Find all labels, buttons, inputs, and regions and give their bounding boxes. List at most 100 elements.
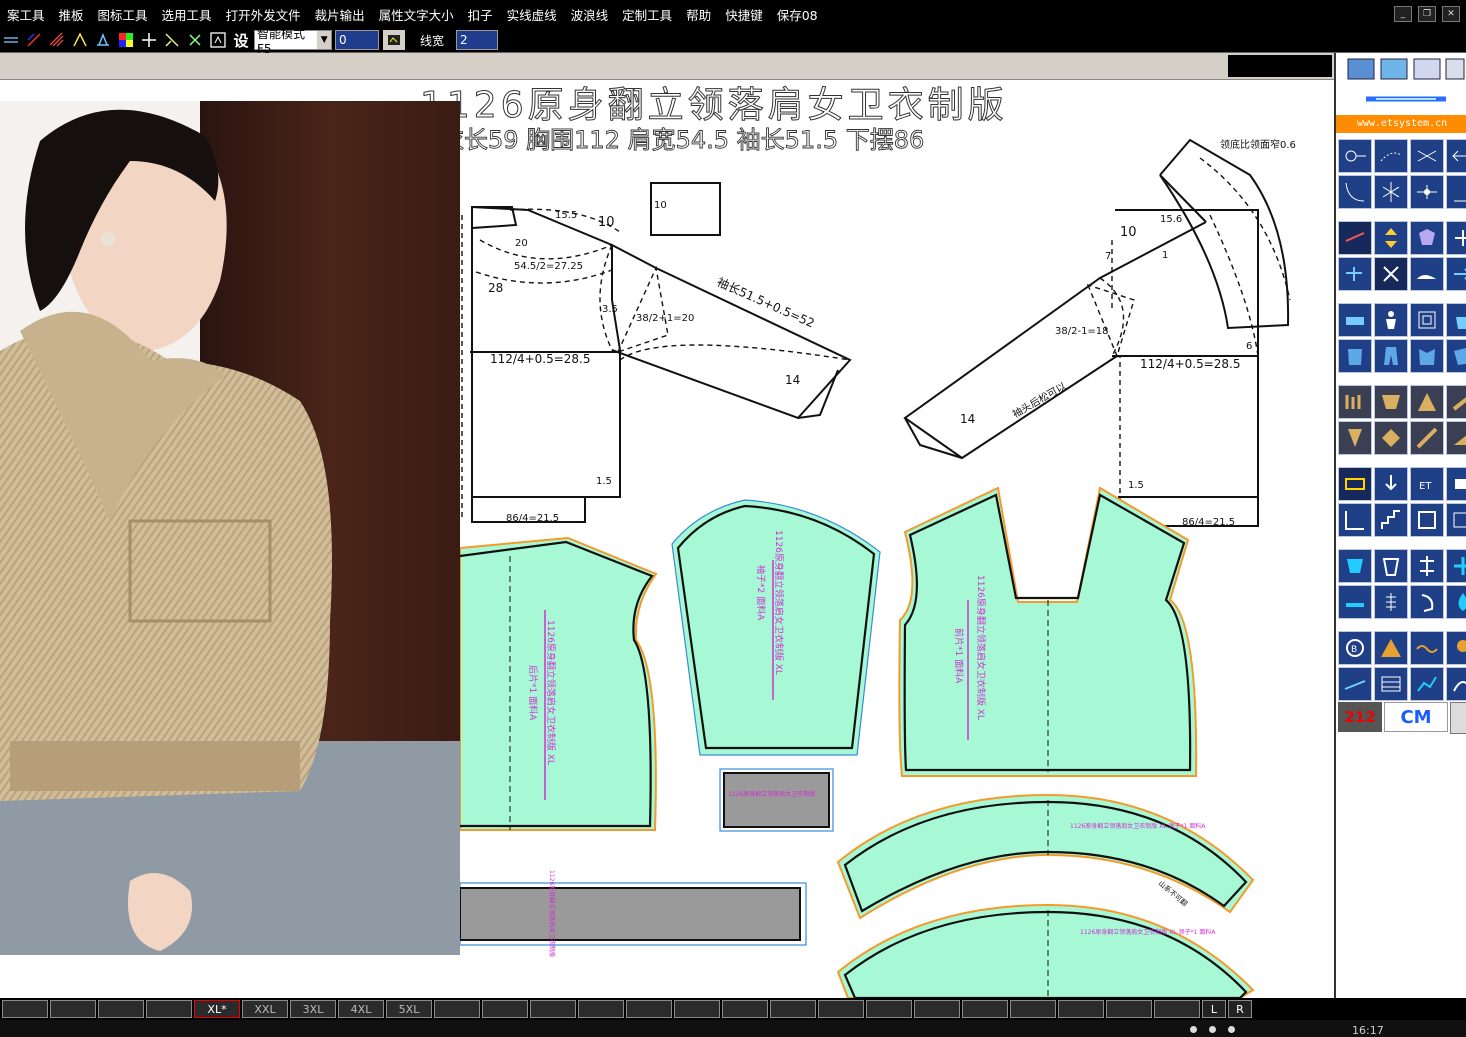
- menu-item-open-external[interactable]: 打开外发文件: [219, 5, 308, 24]
- tool-button[interactable]: [1410, 667, 1444, 701]
- minimize-icon[interactable]: _: [1394, 6, 1412, 22]
- menu-item-wave-line[interactable]: 波浪线: [564, 5, 616, 24]
- tool-button[interactable]: [1410, 303, 1444, 337]
- small-rect-piece[interactable]: 1126原身翻立领落肩女卫衣制版: [719, 768, 834, 832]
- size-cell-3xl[interactable]: 3XL: [290, 1000, 336, 1018]
- arrow-tool-icon[interactable]: [161, 30, 183, 50]
- tool-button[interactable]: ET: [1410, 467, 1444, 501]
- size-cell[interactable]: [146, 1000, 192, 1018]
- band-piece[interactable]: 1126原身翻立领落肩女卫衣制版: [459, 870, 807, 957]
- size-cell[interactable]: [914, 1000, 960, 1018]
- menu-item-grading[interactable]: 推板: [52, 5, 91, 24]
- tool-button[interactable]: [1338, 221, 1372, 255]
- size-cell[interactable]: [530, 1000, 576, 1018]
- close-icon[interactable]: ✕: [1442, 6, 1460, 22]
- size-cell[interactable]: [818, 1000, 864, 1018]
- calculator-icon[interactable]: [1450, 702, 1466, 734]
- tool-button[interactable]: [1374, 385, 1408, 419]
- tool-button[interactable]: [1338, 303, 1372, 337]
- size-cell-5xl[interactable]: 5XL: [386, 1000, 432, 1018]
- tool-button[interactable]: B: [1338, 631, 1372, 665]
- tool-button[interactable]: [1410, 549, 1444, 583]
- move-tool-icon[interactable]: [138, 30, 160, 50]
- size-cell[interactable]: [578, 1000, 624, 1018]
- tool-button[interactable]: [1338, 549, 1372, 583]
- site-url[interactable]: www.etsystem.cn: [1336, 115, 1466, 133]
- menu-item-solid-dash[interactable]: 实线虚线: [500, 5, 564, 24]
- size-cell[interactable]: [962, 1000, 1008, 1018]
- mode-select[interactable]: 智能模式F5 ▼: [254, 27, 332, 56]
- tool-button[interactable]: [1446, 421, 1466, 455]
- tool-button[interactable]: [1446, 175, 1466, 209]
- tool-button[interactable]: [1338, 667, 1372, 701]
- collar-piece-top[interactable]: 1126原身翻立领落肩女卫衣制版 XL 领子*1 面料A 山系不可翻: [836, 793, 1255, 920]
- size-cell[interactable]: [1154, 1000, 1200, 1018]
- tool-button[interactable]: [1446, 257, 1466, 291]
- size-cell[interactable]: [482, 1000, 528, 1018]
- pen-tool-icon[interactable]: [69, 30, 91, 50]
- unit-toggle-button[interactable]: CM: [1384, 702, 1448, 732]
- size-cell[interactable]: [866, 1000, 912, 1018]
- size-cell[interactable]: [50, 1000, 96, 1018]
- tool-button[interactable]: [1410, 139, 1444, 173]
- menu-item-pattern-tools[interactable]: 案工具: [0, 5, 52, 24]
- menu-item-select-tools[interactable]: 选用工具: [155, 5, 219, 24]
- tool-button[interactable]: [1374, 303, 1408, 337]
- menu-item-icon-tools[interactable]: 图标工具: [91, 5, 155, 24]
- size-cell[interactable]: [1106, 1000, 1152, 1018]
- tool-button[interactable]: [1446, 549, 1466, 583]
- tray-icon[interactable]: [1190, 1026, 1197, 1033]
- tool-button[interactable]: [1374, 585, 1408, 619]
- tool-button[interactable]: [1446, 585, 1466, 619]
- size-cell-xxl[interactable]: XXL: [242, 1000, 288, 1018]
- size-cell[interactable]: [2, 1000, 48, 1018]
- curve-tool-icon[interactable]: [23, 30, 45, 50]
- menu-item-buttons[interactable]: 扣子: [461, 5, 500, 24]
- tray-icon[interactable]: [1209, 1026, 1216, 1033]
- tool-button[interactable]: [1338, 175, 1372, 209]
- tool-button[interactable]: [1446, 139, 1466, 173]
- size-cell-4xl[interactable]: 4XL: [338, 1000, 384, 1018]
- tool-button[interactable]: [1374, 667, 1408, 701]
- tool-button[interactable]: [1446, 631, 1466, 665]
- size-cell[interactable]: [626, 1000, 672, 1018]
- tool-button[interactable]: [1446, 503, 1466, 537]
- left-button[interactable]: L: [1202, 1000, 1226, 1018]
- settings-char[interactable]: 设: [230, 30, 252, 51]
- sleeve-piece[interactable]: 1126原身翻立领落肩女卫衣制版 XL 袖子*2 面料A: [671, 499, 881, 756]
- size-cell[interactable]: [674, 1000, 720, 1018]
- menu-item-shortcuts[interactable]: 快捷键: [718, 5, 770, 24]
- collar-piece-bottom[interactable]: 1126原身翻立领落肩女卫衣制版 XL 领子*1 面料A: [836, 903, 1255, 998]
- tool-button[interactable]: [1374, 503, 1408, 537]
- size-cell[interactable]: [1010, 1000, 1056, 1018]
- tool-button[interactable]: [1338, 339, 1372, 373]
- hatch-tool-icon[interactable]: [46, 30, 68, 50]
- tool-button[interactable]: [1374, 257, 1408, 291]
- tool-button[interactable]: [1338, 467, 1372, 501]
- front-piece[interactable]: 1126原身翻立领落肩女卫衣制版 XL 后片*1 面料A: [459, 536, 658, 831]
- tool-button[interactable]: [1338, 421, 1372, 455]
- tool-button[interactable]: [1410, 339, 1444, 373]
- tool-button[interactable]: [1410, 221, 1444, 255]
- tool-button[interactable]: [1446, 667, 1466, 701]
- tool-button[interactable]: [1374, 549, 1408, 583]
- back-piece[interactable]: 1126原身翻立领落肩女卫衣制版 XL 前片*1 面料A: [898, 486, 1198, 777]
- tool-button[interactable]: [1338, 257, 1372, 291]
- snap-icon[interactable]: [383, 30, 405, 50]
- tool-button[interactable]: [1410, 631, 1444, 665]
- tool-button[interactable]: [1374, 421, 1408, 455]
- tool-button[interactable]: [1410, 175, 1444, 209]
- tool-button[interactable]: [1338, 385, 1372, 419]
- tool-button[interactable]: [1446, 221, 1466, 255]
- cut-tool-icon[interactable]: [184, 30, 206, 50]
- menu-item-piece-output[interactable]: 裁片输出: [308, 5, 372, 24]
- tool-button[interactable]: [1374, 139, 1408, 173]
- tool-button[interactable]: [1446, 467, 1466, 501]
- tool-button[interactable]: [1446, 385, 1466, 419]
- right-button[interactable]: R: [1228, 1000, 1252, 1018]
- restore-icon[interactable]: ❐: [1418, 6, 1436, 22]
- line-width-input[interactable]: 2: [456, 30, 499, 50]
- tool-button[interactable]: [1446, 303, 1466, 337]
- size-cell-xl[interactable]: XL*: [194, 1000, 240, 1018]
- tool-button[interactable]: [1374, 175, 1408, 209]
